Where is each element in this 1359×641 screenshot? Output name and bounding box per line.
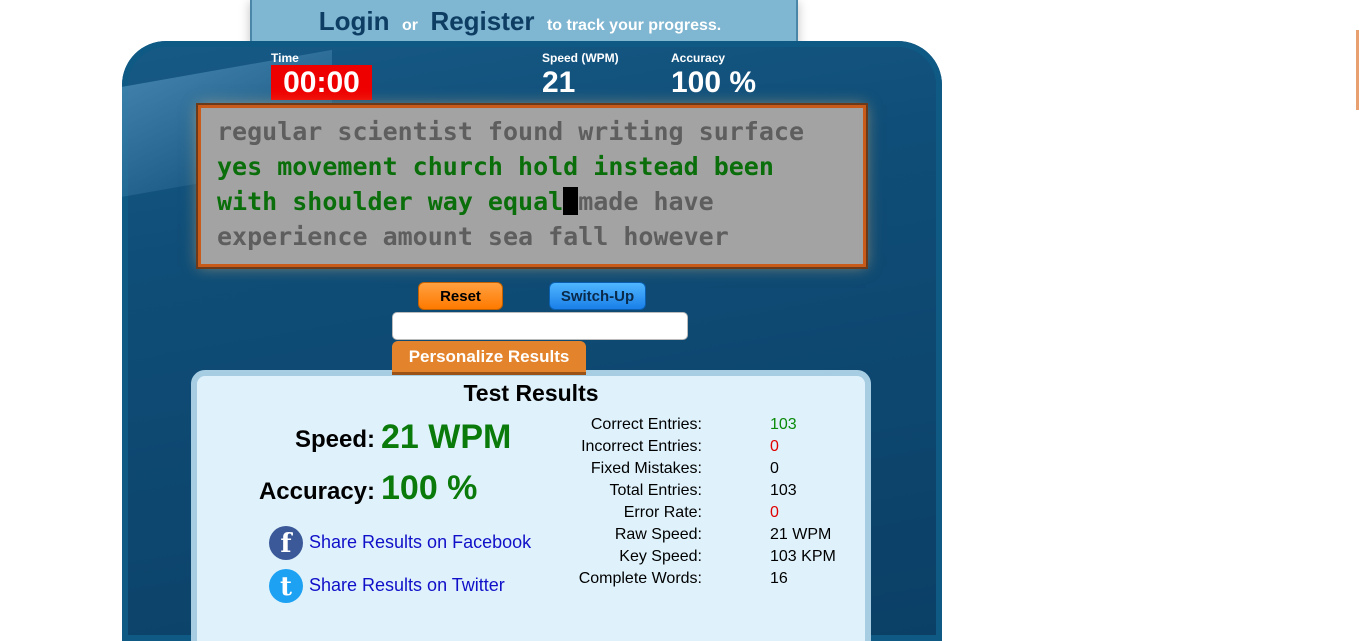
result-speed-label: Speed: — [294, 426, 375, 453]
accuracy-label: Accuracy — [671, 51, 726, 65]
text-line: experience amount sea fall however — [217, 222, 729, 251]
typing-input[interactable] — [392, 312, 688, 340]
detail-value: 0 — [770, 460, 779, 477]
results-title: Test Results — [463, 380, 599, 406]
detail-value: 103 KPM — [770, 548, 836, 565]
twitter-icon: t — [269, 569, 303, 603]
or-text: or — [401, 17, 418, 34]
text-line: regular scientist found writing surface — [217, 117, 804, 146]
reset-button[interactable]: Reset — [418, 282, 503, 310]
text-line: yes movement church hold instead been — [217, 152, 774, 181]
tagline: to track your progress. — [546, 17, 722, 34]
typing-test-panel: Time 00:00 Speed (WPM) 21 Accuracy 100 %… — [122, 41, 942, 641]
detail-label: Correct Entries: — [590, 416, 702, 433]
result-accuracy-value: 100 % — [381, 469, 478, 507]
result-detail-row: Incorrect Entries: 0 — [577, 438, 817, 460]
login-banner: Login or Register to track your progress… — [250, 0, 798, 46]
result-detail-row: Correct Entries: 103 — [577, 416, 817, 438]
detail-value: 16 — [770, 570, 788, 587]
result-detail-row: Key Speed: 103 KPM — [577, 548, 836, 570]
detail-label: Fixed Mistakes: — [590, 460, 702, 477]
detail-value: 0 — [770, 504, 779, 521]
text-line: with shoulder way equal made have — [217, 187, 714, 216]
time-label: Time — [271, 51, 299, 65]
detail-label: Complete Words: — [578, 570, 702, 587]
speed-value: 21 — [542, 66, 576, 99]
text-cursor — [563, 187, 579, 215]
speed-label: Speed (WPM) — [542, 51, 619, 65]
detail-label: Error Rate: — [623, 504, 702, 521]
personalize-results-button[interactable]: Personalize Results — [392, 341, 586, 375]
detail-value: 103 — [770, 482, 797, 499]
detail-label: Raw Speed: — [614, 526, 702, 543]
detail-value: 21 WPM — [770, 526, 832, 543]
detail-value: 103 — [770, 416, 797, 433]
result-detail-row: Raw Speed: 21 WPM — [577, 526, 832, 548]
share-facebook-link[interactable]: f Share Results on Facebook — [269, 526, 531, 560]
login-link[interactable]: Login — [319, 6, 390, 36]
accuracy-value: 100 % — [671, 66, 757, 99]
switch-up-button[interactable]: Switch-Up — [549, 282, 646, 310]
facebook-icon: f — [269, 526, 303, 560]
result-detail-row: Total Entries: 103 — [577, 482, 817, 504]
result-detail-row: Error Rate: 0 — [577, 504, 817, 526]
register-link[interactable]: Register — [430, 6, 534, 36]
result-speed-value: 21 WPM — [381, 418, 512, 456]
result-detail-row: Complete Words: 16 — [577, 570, 817, 592]
timer-display: 00:00 — [271, 65, 372, 100]
detail-label: Incorrect Entries: — [581, 438, 702, 455]
detail-label: Key Speed: — [619, 548, 702, 565]
test-results-panel: Test Results Speed: 21 WPM Accuracy: 100… — [191, 370, 871, 641]
detail-value: 0 — [770, 438, 779, 455]
detail-label: Total Entries: — [609, 482, 702, 499]
share-twitter-link[interactable]: t Share Results on Twitter — [269, 569, 505, 603]
result-accuracy-label: Accuracy: — [258, 478, 375, 505]
result-detail-row: Fixed Mistakes: 0 — [577, 460, 817, 482]
typing-text-area[interactable]: regular scientist found writing surface … — [198, 105, 866, 267]
